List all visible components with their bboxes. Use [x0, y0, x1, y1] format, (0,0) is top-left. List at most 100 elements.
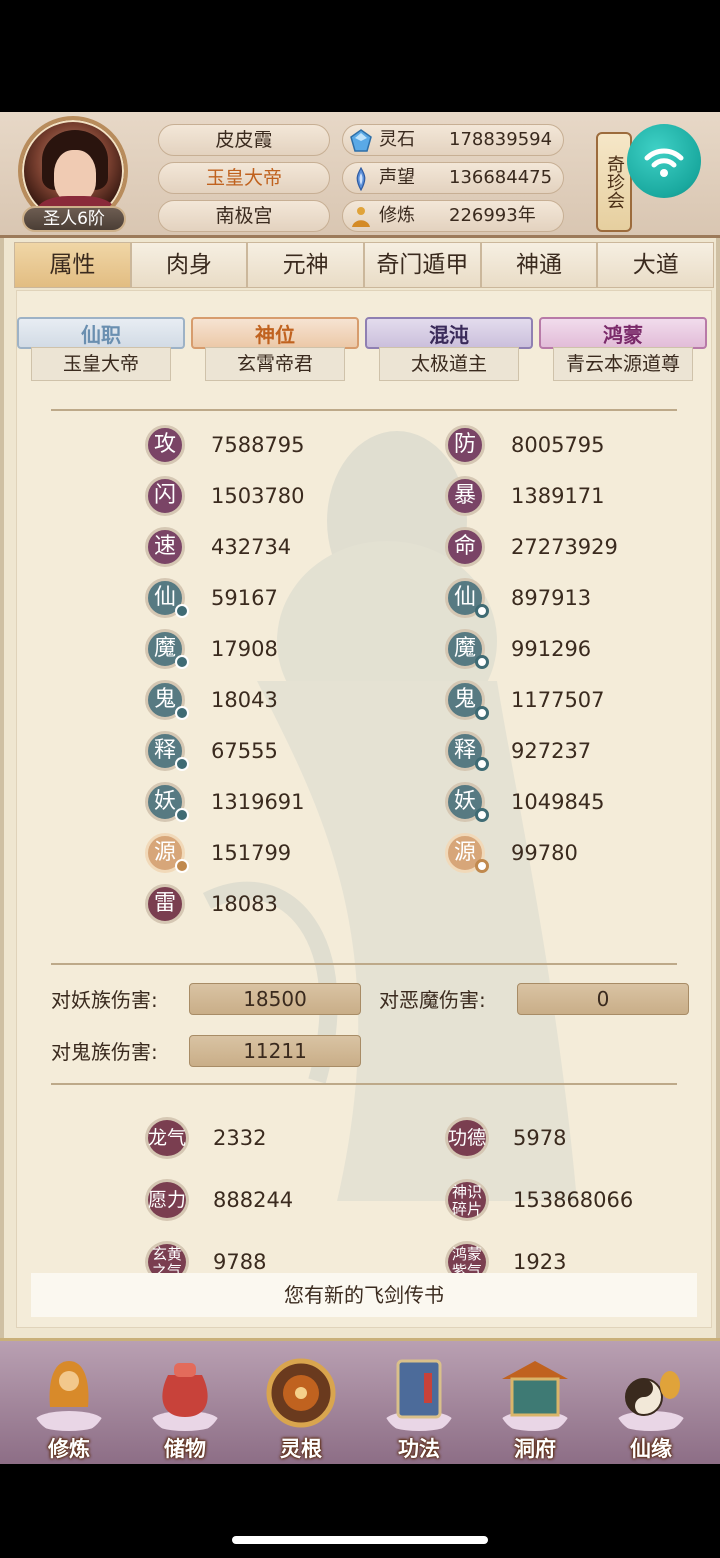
- damage-value: 11211: [189, 1035, 361, 1067]
- attack-marker-icon: [175, 604, 189, 618]
- defense-marker-icon: [475, 808, 489, 822]
- special-value: 888244: [213, 1188, 294, 1212]
- nav-label: 仙缘: [630, 1437, 672, 1461]
- wifi-icon: [644, 148, 684, 177]
- main-panel: 属性 肉身 元神 奇门遁甲 神通 大道 仙职 玉皇大帝 神位 玄霄帝君 混沌 太…: [0, 238, 720, 1338]
- damage-vs-yao: 对妖族伤害: 18500: [51, 983, 371, 1017]
- gongde-badge: 功德: [445, 1117, 489, 1159]
- stat-value: 991296: [511, 637, 592, 661]
- stat-value: 8005795: [511, 433, 605, 457]
- title-shenwei[interactable]: 神位 玄霄帝君: [191, 317, 359, 383]
- stat-value: 1319691: [211, 790, 305, 814]
- nav-label: 修炼: [48, 1437, 90, 1461]
- status-bar: [0, 0, 720, 112]
- tab-attributes[interactable]: 属性: [14, 242, 131, 288]
- stat-value: 1503780: [211, 484, 305, 508]
- tab-qimen[interactable]: 奇门遁甲: [364, 242, 481, 288]
- nav-label: 储物: [164, 1437, 206, 1461]
- divider: [51, 1083, 677, 1085]
- title-xianzhi[interactable]: 仙职 玉皇大帝: [17, 317, 185, 383]
- meditating-figure-icon: [35, 1361, 103, 1431]
- divider: [51, 963, 677, 965]
- stat-value: 1049845: [511, 790, 605, 814]
- divider: [51, 409, 677, 411]
- wifi-button[interactable]: [627, 124, 701, 198]
- nav-cultivate[interactable]: 修炼: [14, 1355, 124, 1465]
- player-header: 圣人6阶 皮皮霞 玉皇大帝 南极宫 灵石 178839594 声望 136684…: [0, 112, 720, 238]
- nav-destiny[interactable]: 仙缘: [596, 1355, 706, 1465]
- tab-dadao[interactable]: 大道: [597, 242, 715, 288]
- defense-badge: 防: [445, 425, 485, 465]
- resource-label: 声望: [379, 167, 415, 188]
- stat-value: 1177507: [511, 688, 605, 712]
- title-hundun[interactable]: 混沌 太极道主: [365, 317, 533, 383]
- hp-badge: 命: [445, 527, 485, 567]
- title-value: 玉皇大帝: [31, 347, 171, 381]
- nav-spirit-root[interactable]: 灵根: [246, 1355, 356, 1465]
- reputation-icon: [356, 167, 366, 191]
- rank-badge: 圣人6阶: [22, 206, 126, 232]
- damage-vs-demon: 对恶魔伤害: 0: [379, 983, 699, 1017]
- shenshi-badge: 神识碎片: [445, 1179, 489, 1221]
- stat-value: 151799: [211, 841, 292, 865]
- attack-badge: 攻: [145, 425, 185, 465]
- cultivation-icon: [352, 207, 370, 227]
- stat-value: 7588795: [211, 433, 305, 457]
- tab-shentong[interactable]: 神通: [480, 242, 598, 288]
- longqi-badge: 龙气: [145, 1117, 189, 1159]
- nav-label: 洞府: [514, 1437, 556, 1461]
- resource-label: 修炼: [379, 205, 415, 226]
- stat-value: 1389171: [511, 484, 605, 508]
- damage-label: 对鬼族伤害:: [51, 1040, 158, 1064]
- tab-spirit[interactable]: 元神: [247, 242, 365, 288]
- special-value: 2332: [213, 1126, 267, 1150]
- title-value: 太极道主: [379, 347, 519, 381]
- pavilion-icon: [501, 1361, 569, 1431]
- stat-value: 99780: [511, 841, 578, 865]
- attack-marker-icon: [175, 808, 189, 822]
- damage-value: 0: [517, 983, 689, 1015]
- crit-badge: 暴: [445, 476, 485, 516]
- nav-label: 功法: [398, 1437, 440, 1461]
- special-value: 5978: [513, 1126, 567, 1150]
- yuanli-badge: 愿力: [145, 1179, 189, 1221]
- damage-label: 对恶魔伤害:: [379, 988, 486, 1012]
- nav-label: 灵根: [280, 1437, 322, 1461]
- stat-value: 17908: [211, 637, 278, 661]
- defense-marker-icon: [475, 706, 489, 720]
- nav-storage[interactable]: 储物: [130, 1355, 240, 1465]
- home-indicator[interactable]: [232, 1536, 488, 1544]
- damage-vs-ghost: 对鬼族伤害: 11211: [51, 1035, 371, 1069]
- nav-cave-dwelling[interactable]: 洞府: [480, 1355, 590, 1465]
- resource-cultivation: 修炼 226993年: [342, 200, 564, 232]
- defense-marker-icon: [475, 757, 489, 771]
- resource-label: 灵石: [379, 129, 415, 150]
- player-name: 皮皮霞: [158, 124, 330, 156]
- player-title: 玉皇大帝: [158, 162, 330, 194]
- stat-value: 27273929: [511, 535, 618, 559]
- player-palace: 南极宫: [158, 200, 330, 232]
- speed-badge: 速: [145, 527, 185, 567]
- attributes-content: 仙职 玉皇大帝 神位 玄霄帝君 混沌 太极道主 鸿蒙 青云本源道尊 攻 7588…: [16, 290, 712, 1328]
- title-banner: 仙职: [17, 317, 185, 349]
- attack-marker-icon: [175, 757, 189, 771]
- tab-body[interactable]: 肉身: [130, 242, 248, 288]
- title-value: 玄霄帝君: [205, 347, 345, 381]
- yin-yang-gourd-icon: [617, 1371, 685, 1431]
- stat-value: 18043: [211, 688, 278, 712]
- title-banner: 混沌: [365, 317, 533, 349]
- attack-marker-icon: [175, 655, 189, 669]
- treasure-bag-icon: [151, 1363, 219, 1431]
- damage-value: 18500: [189, 983, 361, 1015]
- nav-techniques[interactable]: 功法: [364, 1355, 474, 1465]
- stat-value: 927237: [511, 739, 592, 763]
- defense-marker-icon: [475, 604, 489, 618]
- stat-value: 897913: [511, 586, 592, 610]
- flying-sword-notice[interactable]: 您有新的飞剑传书: [31, 1273, 697, 1317]
- stat-value: 432734: [211, 535, 292, 559]
- title-hongmeng[interactable]: 鸿蒙 青云本源道尊: [539, 317, 707, 383]
- special-value: 153868066: [513, 1188, 634, 1212]
- bottom-nav: 修炼 储物 灵根 功法 洞府 仙缘: [0, 1338, 720, 1464]
- resource-value: 178839594: [449, 129, 553, 150]
- avatar-face: [54, 150, 96, 202]
